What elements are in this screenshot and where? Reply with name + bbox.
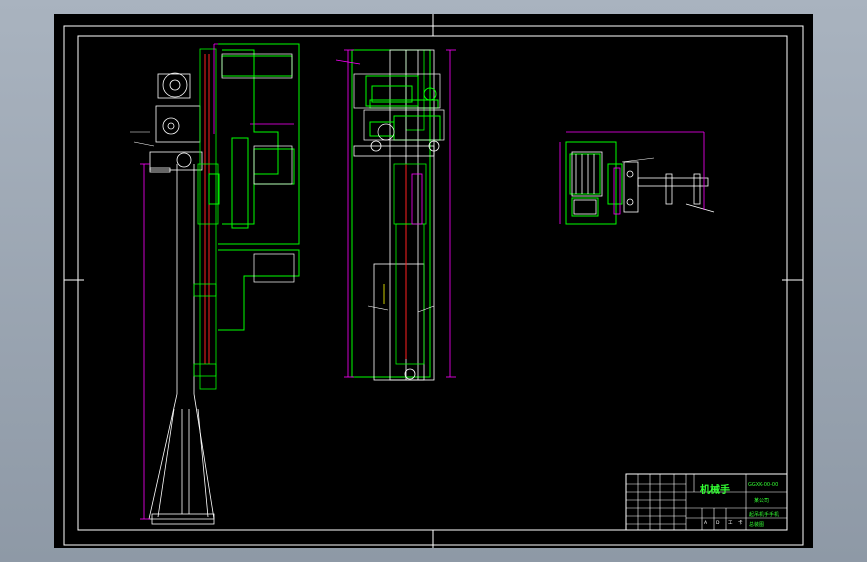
sheet-border bbox=[63, 25, 804, 546]
cad-viewport[interactable]: 机械手 GGXK-00-00 某公司 起吊机手手机 总装图 A D 工 卡 bbox=[54, 14, 813, 548]
sheet-info: 总装图 bbox=[749, 521, 764, 528]
right-view bbox=[559, 131, 715, 225]
middle-view bbox=[335, 49, 456, 381]
title-block: 机械手 GGXK-00-00 某公司 起吊机手手机 总装图 A D 工 卡 bbox=[625, 473, 788, 531]
left-view bbox=[130, 43, 300, 525]
drawing-title: 机械手 bbox=[700, 483, 730, 496]
scale-cell-4: 卡 bbox=[738, 519, 743, 526]
scale-cell-1: A bbox=[704, 520, 708, 526]
drawing-name: 起吊机手手机 bbox=[749, 511, 779, 518]
drawing-code: GGXK-00-00 bbox=[748, 482, 778, 488]
cad-drawing: 机械手 GGXK-00-00 某公司 起吊机手手机 总装图 A D 工 卡 bbox=[63, 14, 804, 548]
company-name: 某公司 bbox=[754, 498, 769, 504]
scale-cell-3: 工 bbox=[728, 520, 733, 526]
scale-cell-2: D bbox=[716, 520, 720, 526]
